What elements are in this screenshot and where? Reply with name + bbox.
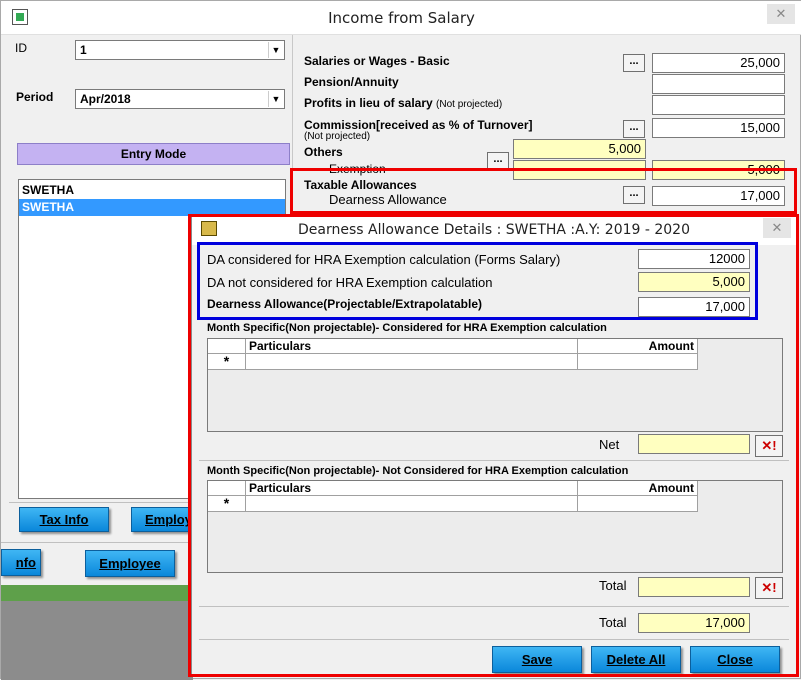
id-label: ID bbox=[15, 41, 27, 55]
commission-label: Commission[received as % of Turnover] bbox=[304, 118, 533, 132]
basic-field[interactable]: 25,000 bbox=[652, 53, 785, 73]
tax-info-button[interactable]: Tax Info bbox=[19, 507, 109, 532]
entry-mode-banner: Entry Mode bbox=[17, 143, 290, 165]
commission-details-button[interactable]: ... bbox=[623, 120, 645, 138]
profits-field[interactable] bbox=[652, 95, 785, 115]
pension-label: Pension/Annuity bbox=[304, 75, 399, 89]
period-value: Apr/2018 bbox=[80, 92, 131, 106]
not-projected-note: (Not projected) bbox=[436, 99, 503, 110]
window-close-icon[interactable]: ✕ bbox=[767, 4, 795, 24]
profits-label-text: Profits in lieu of salary bbox=[304, 96, 433, 110]
pension-field[interactable] bbox=[652, 74, 785, 94]
profits-label: Profits in lieu of salary (Not projected… bbox=[304, 96, 502, 110]
background-area bbox=[1, 601, 193, 680]
others-field[interactable]: 5,000 bbox=[513, 139, 646, 159]
chevron-down-icon[interactable]: ▼ bbox=[268, 91, 283, 107]
id-value: 1 bbox=[80, 43, 87, 57]
basic-label: Salaries or Wages - Basic bbox=[304, 54, 450, 68]
info-button[interactable]: nfo bbox=[1, 549, 41, 576]
list-item[interactable]: SWETHA bbox=[19, 182, 285, 199]
period-combo[interactable]: Apr/2018 ▼ bbox=[75, 89, 285, 109]
divider bbox=[1, 542, 193, 543]
window-title: Income from Salary bbox=[328, 9, 475, 27]
employee-button[interactable]: Employee bbox=[85, 550, 175, 577]
basic-details-button[interactable]: ... bbox=[623, 54, 645, 72]
period-label: Period bbox=[16, 90, 54, 104]
highlight-box-main bbox=[290, 168, 797, 214]
commission-field[interactable]: 15,000 bbox=[652, 118, 785, 138]
employee-button-top[interactable]: Employ bbox=[131, 507, 193, 532]
chevron-down-icon[interactable]: ▼ bbox=[268, 42, 283, 58]
commission-note: (Not projected) bbox=[304, 131, 371, 142]
highlight-box-da-fields bbox=[197, 242, 758, 320]
id-combo[interactable]: 1 ▼ bbox=[75, 40, 285, 60]
others-label: Others bbox=[304, 145, 343, 159]
